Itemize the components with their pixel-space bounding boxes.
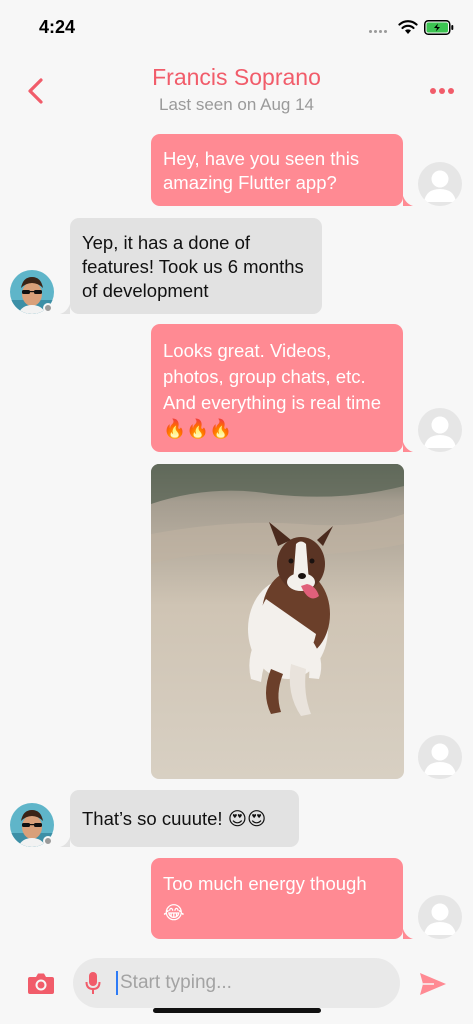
user-placeholder-icon	[424, 416, 456, 448]
bubble-tail	[403, 442, 413, 452]
status-time: 4:24	[39, 17, 76, 37]
status-bar: 4:24	[0, 0, 473, 50]
user-placeholder-icon	[424, 743, 456, 775]
wifi-icon	[398, 20, 418, 34]
battery-icon	[424, 20, 454, 35]
bubble-tail	[60, 837, 70, 847]
last-seen-status: Last seen on Aug 14	[158, 95, 315, 114]
dog-photo	[151, 464, 404, 779]
message-bubble-incoming[interactable]: Yep, it has a done of features! Took us …	[70, 218, 322, 314]
presence-dot	[43, 836, 53, 846]
user-placeholder-icon	[424, 170, 456, 202]
message-text: Yep, it has a done of features! Took us …	[82, 232, 304, 301]
photo-message[interactable]	[151, 464, 404, 779]
bubble-tail	[60, 304, 70, 314]
message-bubble-outgoing[interactable]: Hey, have you seen this amazing Flutter …	[151, 134, 403, 206]
text-cursor	[116, 971, 118, 995]
avatar[interactable]	[418, 735, 462, 779]
bubble-tail	[403, 929, 413, 939]
message-bubble-outgoing[interactable]: Looks great. Videos, photos, group chats…	[151, 324, 403, 452]
camera-icon[interactable]	[27, 971, 55, 995]
user-placeholder-icon	[424, 903, 456, 935]
avatar[interactable]	[418, 895, 462, 939]
message-text: Looks great. Videos, photos, group chats…	[163, 340, 381, 439]
avatar[interactable]	[418, 162, 462, 206]
message-input[interactable]: Start typing...	[73, 958, 400, 1008]
input-placeholder: Start typing...	[120, 972, 232, 993]
more-options-icon[interactable]	[430, 88, 454, 96]
message-bubble-incoming[interactable]: That’s so cuuute! 😍😍	[70, 790, 299, 847]
send-icon[interactable]	[418, 970, 448, 998]
contact-name[interactable]: Francis Soprano	[0, 64, 473, 91]
cellular-signal-icon	[369, 30, 391, 34]
avatar[interactable]	[418, 408, 462, 452]
message-text: Hey, have you seen this amazing Flutter …	[163, 148, 360, 193]
message-text: That’s so cuuute! 😍😍	[82, 808, 267, 829]
microphone-icon[interactable]	[85, 971, 101, 995]
presence-dot	[43, 303, 53, 313]
message-bubble-outgoing[interactable]: Too much energy though 😂	[151, 858, 403, 939]
bubble-tail	[403, 196, 413, 206]
home-indicator	[153, 1008, 321, 1013]
message-text: Too much energy though 😂	[163, 873, 367, 923]
